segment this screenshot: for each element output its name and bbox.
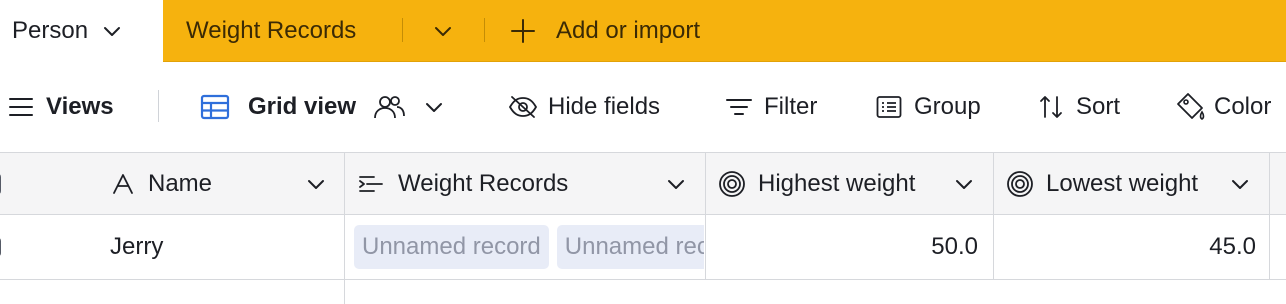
paint-bucket-icon <box>1174 92 1206 122</box>
column-header-label: Lowest weight <box>1046 169 1199 197</box>
column-header-label: Highest weight <box>758 169 916 197</box>
collaborators-icon <box>372 94 406 120</box>
filter-button[interactable]: Filter <box>726 90 817 124</box>
views-button[interactable]: Views <box>8 90 114 124</box>
tab-divider <box>484 18 485 42</box>
column-divider <box>344 152 345 304</box>
view-name-label: Grid view <box>248 93 357 120</box>
column-header-highest-weight[interactable]: Highest weight <box>718 153 992 214</box>
hamburger-menu-icon <box>8 96 34 118</box>
linked-record-chip[interactable]: Unnamed record <box>354 225 549 269</box>
column-header-label: Weight Records <box>398 169 569 197</box>
column-header-label: Name <box>148 169 213 197</box>
table-tab-label: Person <box>12 17 89 44</box>
column-header-weight-records[interactable]: Weight Records <box>358 153 704 214</box>
linked-record-chip[interactable]: Unnamed record <box>556 225 704 269</box>
sort-label: Sort <box>1076 93 1121 120</box>
group-icon <box>876 95 902 119</box>
column-divider <box>705 152 706 280</box>
color-label: Color <box>1214 93 1272 120</box>
sort-icon <box>1038 94 1064 120</box>
add-or-import-label: Add or import <box>556 17 701 44</box>
chevron-down-icon[interactable] <box>102 21 122 41</box>
views-label: Views <box>46 93 114 120</box>
add-or-import-button[interactable]: Add or import <box>510 0 700 62</box>
rollup-field-icon <box>1006 170 1034 198</box>
rollup-field-icon <box>718 170 746 198</box>
table-tab-weight-records[interactable]: Weight Records <box>186 0 356 62</box>
chevron-down-icon[interactable] <box>1230 174 1250 194</box>
grid-view-icon <box>200 94 230 120</box>
hide-fields-button[interactable]: Hide fields <box>508 90 660 124</box>
table-tab-person[interactable]: Person <box>0 0 163 62</box>
column-divider <box>993 152 994 280</box>
chevron-down-icon[interactable] <box>666 174 686 194</box>
toolbar-divider <box>158 90 159 122</box>
chevron-down-icon[interactable] <box>424 97 444 117</box>
cell-highest-weight[interactable]: 50.0 <box>706 215 992 279</box>
grid-view-selector[interactable]: Grid view <box>200 90 444 124</box>
hide-fields-label: Hide fields <box>548 93 661 120</box>
table-tab-bar: Person Weight Records Add or import <box>0 0 1286 62</box>
chevron-down-icon[interactable] <box>954 174 974 194</box>
chevron-down-icon[interactable] <box>306 174 326 194</box>
column-header-lowest-weight[interactable]: Lowest weight <box>1006 153 1268 214</box>
cell-name[interactable]: Jerry <box>110 215 340 279</box>
cell-weight-records[interactable]: Unnamed record Unnamed record <box>354 215 704 279</box>
table-row[interactable]: Jerry Unnamed record Unnamed record 50.0… <box>0 215 1286 280</box>
filter-icon <box>726 96 752 118</box>
grid-header-row: Name Weight Records Highest weight Lowes… <box>0 152 1286 215</box>
color-button[interactable]: Color <box>1174 90 1271 124</box>
group-label: Group <box>914 93 981 120</box>
eye-slash-icon <box>508 95 538 119</box>
tab-divider <box>402 18 403 42</box>
filter-label: Filter <box>764 93 818 120</box>
group-button[interactable]: Group <box>876 90 981 124</box>
row-checkbox[interactable] <box>0 215 4 279</box>
sort-button[interactable]: Sort <box>1038 90 1120 124</box>
text-field-icon <box>112 173 134 195</box>
chevron-down-icon[interactable] <box>430 18 456 44</box>
view-toolbar: Views Grid view Hide fields Filter Group <box>0 62 1286 152</box>
select-all-checkbox[interactable] <box>0 153 8 214</box>
column-divider <box>1269 152 1270 280</box>
records-grid: Name Weight Records Highest weight Lowes… <box>0 152 1286 304</box>
plus-icon <box>510 18 536 44</box>
link-field-icon <box>358 173 384 195</box>
table-tab-label: Weight Records <box>186 17 357 44</box>
column-header-name[interactable]: Name <box>112 153 344 214</box>
cell-lowest-weight[interactable]: 45.0 <box>994 215 1270 279</box>
